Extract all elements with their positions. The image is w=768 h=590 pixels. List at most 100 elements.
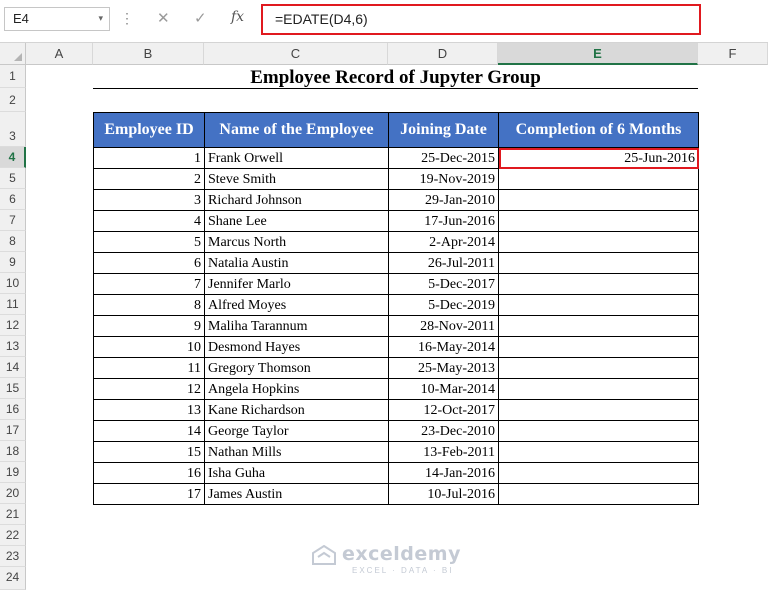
cell-completion[interactable]: [498, 189, 699, 211]
row-header-17[interactable]: 17: [0, 420, 26, 441]
row-header-5[interactable]: 5: [0, 168, 26, 189]
row-header-24[interactable]: 24: [0, 567, 26, 590]
cell-completion[interactable]: [498, 378, 699, 400]
cell-completion[interactable]: [498, 168, 699, 190]
column-header-e[interactable]: E: [498, 43, 698, 65]
column-header-b[interactable]: B: [93, 43, 204, 65]
cell-employee-id[interactable]: 6: [93, 252, 205, 274]
cell-completion[interactable]: [498, 462, 699, 484]
cell-employee-id[interactable]: 2: [93, 168, 205, 190]
cell-joining-date[interactable]: 10-Jul-2016: [388, 483, 499, 505]
column-header-c[interactable]: C: [204, 43, 388, 65]
cell-employee-id[interactable]: 16: [93, 462, 205, 484]
cell-employee-id[interactable]: 11: [93, 357, 205, 379]
cell-employee-id[interactable]: 1: [93, 147, 205, 169]
cell-employee-name[interactable]: Steve Smith: [204, 168, 389, 190]
column-header-a[interactable]: A: [26, 43, 93, 65]
cell-joining-date[interactable]: 2-Apr-2014: [388, 231, 499, 253]
row-header-13[interactable]: 13: [0, 336, 26, 357]
cell-employee-name[interactable]: Isha Guha: [204, 462, 389, 484]
cell-completion[interactable]: [498, 210, 699, 232]
cell-joining-date[interactable]: 29-Jan-2010: [388, 189, 499, 211]
cell-completion[interactable]: [498, 336, 699, 358]
cell-employee-name[interactable]: Richard Johnson: [204, 189, 389, 211]
cell-employee-id[interactable]: 3: [93, 189, 205, 211]
cell-employee-name[interactable]: Alfred Moyes: [204, 294, 389, 316]
cell-joining-date[interactable]: 13-Feb-2011: [388, 441, 499, 463]
column-header-d[interactable]: D: [388, 43, 498, 65]
more-options-icon[interactable]: ⋮: [120, 10, 134, 27]
row-header-21[interactable]: 21: [0, 504, 26, 525]
cell-employee-id[interactable]: 8: [93, 294, 205, 316]
cell-employee-name[interactable]: Maliha Tarannum: [204, 315, 389, 337]
cell-completion[interactable]: [498, 231, 699, 253]
cell-employee-name[interactable]: James Austin: [204, 483, 389, 505]
row-header-8[interactable]: 8: [0, 231, 26, 252]
row-header-12[interactable]: 12: [0, 315, 26, 336]
cell-completion[interactable]: [498, 357, 699, 379]
cell-joining-date[interactable]: 12-Oct-2017: [388, 399, 499, 421]
header-joining-date[interactable]: Joining Date: [388, 112, 499, 148]
row-header-14[interactable]: 14: [0, 357, 26, 378]
cell-completion[interactable]: [498, 273, 699, 295]
cell-employee-id[interactable]: 7: [93, 273, 205, 295]
cell-employee-id[interactable]: 14: [93, 420, 205, 442]
sheet-title[interactable]: Employee Record of Jupyter Group: [93, 66, 698, 89]
cell-employee-id[interactable]: 4: [93, 210, 205, 232]
cell-employee-id[interactable]: 10: [93, 336, 205, 358]
cell-completion[interactable]: [498, 483, 699, 505]
cancel-icon[interactable]: ✕: [157, 9, 170, 27]
formula-input[interactable]: =EDATE(D4,6): [261, 4, 701, 35]
function-fx-icon[interactable]: fx: [231, 9, 244, 25]
row-header-22[interactable]: 22: [0, 525, 26, 546]
row-header-11[interactable]: 11: [0, 294, 26, 315]
cell-joining-date[interactable]: 25-Dec-2015: [388, 147, 499, 169]
select-all-corner[interactable]: [0, 43, 26, 65]
cell-employee-name[interactable]: Jennifer Marlo: [204, 273, 389, 295]
cell-joining-date[interactable]: 10-Mar-2014: [388, 378, 499, 400]
cell-employee-id[interactable]: 9: [93, 315, 205, 337]
header-employee-name[interactable]: Name of the Employee: [204, 112, 389, 148]
row-header-16[interactable]: 16: [0, 399, 26, 420]
cell-joining-date[interactable]: 16-May-2014: [388, 336, 499, 358]
cell-employee-name[interactable]: Desmond Hayes: [204, 336, 389, 358]
cell-employee-name[interactable]: George Taylor: [204, 420, 389, 442]
row-header-9[interactable]: 9: [0, 252, 26, 273]
cell-joining-date[interactable]: 5-Dec-2017: [388, 273, 499, 295]
header-employee-id[interactable]: Employee ID: [93, 112, 205, 148]
cell-joining-date[interactable]: 5-Dec-2019: [388, 294, 499, 316]
row-header-10[interactable]: 10: [0, 273, 26, 294]
cell-employee-name[interactable]: Angela Hopkins: [204, 378, 389, 400]
cell-joining-date[interactable]: 26-Jul-2011: [388, 252, 499, 274]
cell-employee-name[interactable]: Nathan Mills: [204, 441, 389, 463]
row-header-15[interactable]: 15: [0, 378, 26, 399]
cell-employee-name[interactable]: Natalia Austin: [204, 252, 389, 274]
row-header-2[interactable]: 2: [0, 88, 26, 112]
cell-employee-name[interactable]: Marcus North: [204, 231, 389, 253]
row-header-18[interactable]: 18: [0, 441, 26, 462]
cell-employee-name[interactable]: Shane Lee: [204, 210, 389, 232]
row-header-6[interactable]: 6: [0, 189, 26, 210]
cell-employee-id[interactable]: 15: [93, 441, 205, 463]
cell-completion[interactable]: [498, 252, 699, 274]
cell-completion[interactable]: [498, 399, 699, 421]
cell-joining-date[interactable]: 19-Nov-2019: [388, 168, 499, 190]
cell-completion-active[interactable]: 25-Jun-2016: [498, 147, 699, 169]
cell-employee-id[interactable]: 13: [93, 399, 205, 421]
cell-employee-name[interactable]: Frank Orwell: [204, 147, 389, 169]
enter-check-icon[interactable]: ✓: [194, 9, 207, 27]
row-header-1[interactable]: 1: [0, 65, 26, 88]
row-header-4[interactable]: 4: [0, 147, 26, 168]
dropdown-arrow-icon[interactable]: ▾: [98, 13, 103, 24]
cell-joining-date[interactable]: 28-Nov-2011: [388, 315, 499, 337]
cell-completion[interactable]: [498, 420, 699, 442]
cell-employee-name[interactable]: Kane Richardson: [204, 399, 389, 421]
cell-completion[interactable]: [498, 441, 699, 463]
row-header-19[interactable]: 19: [0, 462, 26, 483]
cell-joining-date[interactable]: 17-Jun-2016: [388, 210, 499, 232]
cell-employee-id[interactable]: 17: [93, 483, 205, 505]
cell-completion[interactable]: [498, 315, 699, 337]
cell-joining-date[interactable]: 23-Dec-2010: [388, 420, 499, 442]
name-box[interactable]: E4 ▾: [4, 7, 110, 31]
cell-employee-id[interactable]: 5: [93, 231, 205, 253]
